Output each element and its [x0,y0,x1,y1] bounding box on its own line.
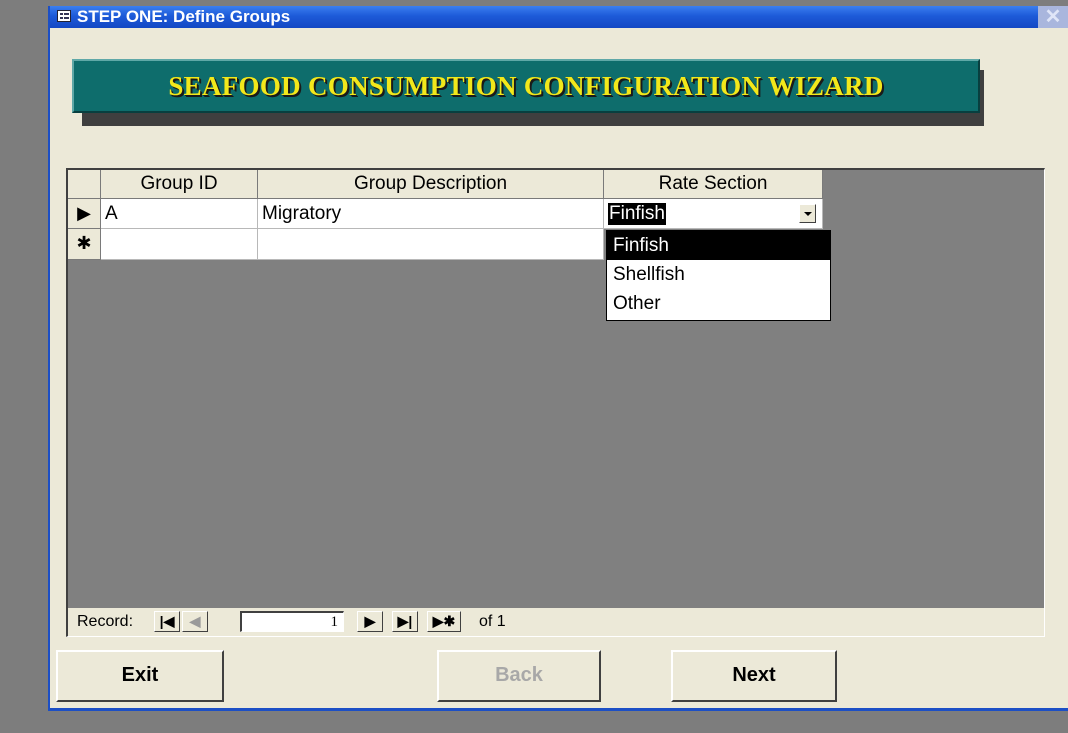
current-record-field[interactable]: 1 [240,611,344,632]
record-count: of 1 [479,613,506,630]
window-title: STEP ONE: Define Groups [77,7,291,26]
rate-section-dropdown-list: Finfish Shellfish Other [606,230,831,321]
datasheet-grid: Group ID Group Description Rate Section … [66,168,1045,637]
last-record-button[interactable]: ▶| [392,611,418,632]
new-record-selector[interactable]: ✱ [68,229,101,260]
group-description-cell[interactable]: Migratory [258,199,604,229]
close-button[interactable]: ✕ [1038,6,1068,28]
dropdown-arrow-icon[interactable] [799,204,816,223]
group-id-cell[interactable]: A [101,199,258,229]
current-record-selector[interactable]: ▶ [68,199,101,229]
wizard-window: STEP ONE: Define Groups ✕ SEAFOOD CONSUM… [48,6,1068,711]
rate-section-value[interactable]: Finfish [608,203,666,225]
first-record-button[interactable]: |◀ [154,611,180,632]
record-navigation-bar: Record: |◀ ◀ 1 ▶ ▶| ▶✱ of 1 [68,608,1044,636]
back-button[interactable]: Back [437,650,601,702]
title-bar[interactable]: STEP ONE: Define Groups ✕ [50,6,1068,28]
wizard-banner: SEAFOOD CONSUMPTION CONFIGURATION WIZARD [72,59,980,113]
new-group-id-cell[interactable] [101,229,258,260]
column-header-group-description[interactable]: Group Description [258,170,604,199]
new-group-description-cell[interactable] [258,229,604,260]
dropdown-option-finfish[interactable]: Finfish [607,231,830,260]
dropdown-option-other[interactable]: Other [607,289,830,318]
record-label: Record: [77,613,134,630]
header-corner[interactable] [68,170,101,199]
next-record-button[interactable]: ▶ [357,611,383,632]
next-button[interactable]: Next [671,650,837,702]
previous-record-button[interactable]: ◀ [182,611,208,632]
column-header-rate-section[interactable]: Rate Section [604,170,823,199]
form-icon [57,10,71,22]
new-record-button[interactable]: ▶✱ [427,611,461,632]
column-header-group-id[interactable]: Group ID [101,170,258,199]
exit-button[interactable]: Exit [56,650,224,702]
dropdown-option-shellfish[interactable]: Shellfish [607,260,830,289]
rate-section-combo[interactable]: Finfish [604,199,823,229]
